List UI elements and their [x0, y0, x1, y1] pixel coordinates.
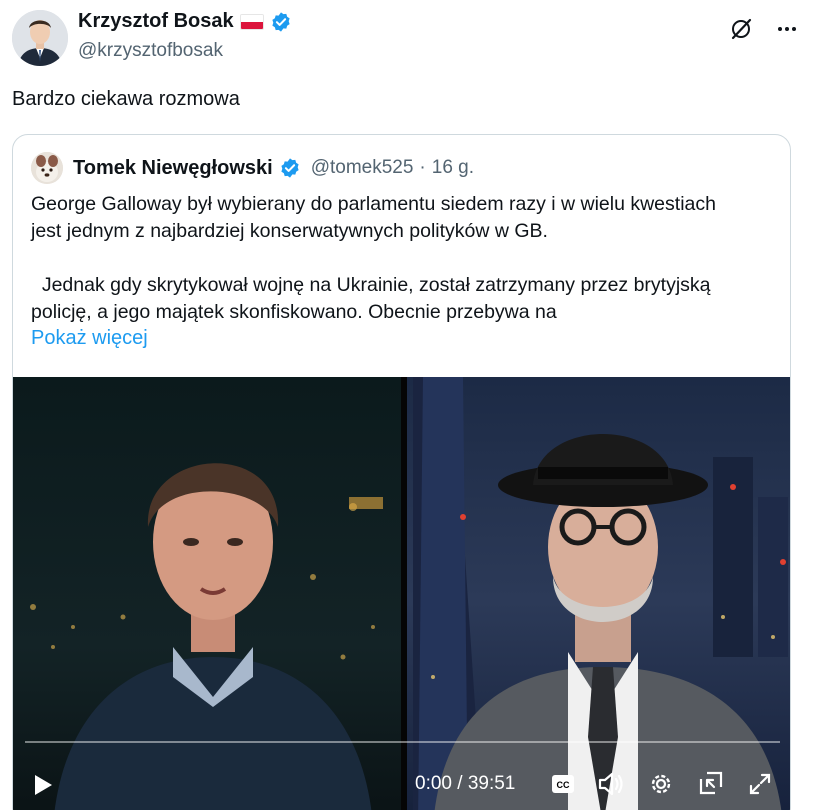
progress-bar[interactable]: [25, 741, 780, 743]
more-icon[interactable]: [772, 14, 802, 44]
quoted-tweet[interactable]: Tomek Niewęgłowski @tomek525 · 16 g. Geo…: [12, 134, 791, 810]
author-display-name[interactable]: Krzysztof Bosak: [78, 10, 234, 33]
svg-text:CC: CC: [557, 780, 570, 790]
quote-text-line: Jednak gdy skrytykował wojnę na Ukrainie…: [31, 274, 711, 296]
quote-text-line: jest jednym z najbardziej konserwatywnyc…: [31, 220, 548, 242]
grok-icon[interactable]: [726, 14, 756, 44]
pip-icon[interactable]: [697, 769, 725, 797]
quote-timestamp[interactable]: 16 g.: [432, 157, 474, 179]
quote-handle[interactable]: @tomek525: [311, 157, 414, 179]
quote-header: Tomek Niewęgłowski @tomek525 · 16 g.: [31, 152, 474, 184]
author-name-row: Krzysztof Bosak: [78, 10, 292, 33]
captions-icon[interactable]: CC: [550, 773, 576, 795]
volume-icon[interactable]: [596, 769, 626, 799]
quote-text-line: policję, a jego majątek skonfiskowano. O…: [31, 301, 557, 323]
tweet: Krzysztof Bosak @krzysztofbosak Bardzo c…: [0, 0, 824, 810]
quote-text: George Galloway był wybierany do parlame…: [31, 191, 781, 326]
show-more-link[interactable]: Pokaż więcej: [31, 327, 148, 350]
author-handle[interactable]: @krzysztofbosak: [78, 40, 223, 62]
play-icon[interactable]: [29, 771, 57, 799]
tweet-text: Bardzo ciekawa rozmowa: [12, 88, 240, 110]
fullscreen-icon[interactable]: [746, 770, 774, 798]
video-controls: 0:00 / 39:51 CC: [13, 767, 790, 807]
quote-verified-badge-icon: [281, 158, 299, 178]
settings-icon[interactable]: [647, 770, 675, 798]
verified-badge-icon: [271, 11, 290, 32]
quote-display-name[interactable]: Tomek Niewęgłowski: [73, 157, 273, 180]
author-avatar[interactable]: [12, 10, 68, 66]
video-player[interactable]: 0:00 / 39:51 CC: [13, 377, 790, 810]
video-frame: [13, 377, 790, 810]
video-time: 0:00 / 39:51: [415, 773, 516, 794]
top-actions: [726, 14, 802, 44]
quote-avatar[interactable]: [31, 152, 63, 184]
quote-text-line: George Galloway był wybierany do parlame…: [31, 193, 716, 215]
quote-separator: ·: [419, 157, 426, 178]
poland-flag-icon: [239, 13, 264, 30]
